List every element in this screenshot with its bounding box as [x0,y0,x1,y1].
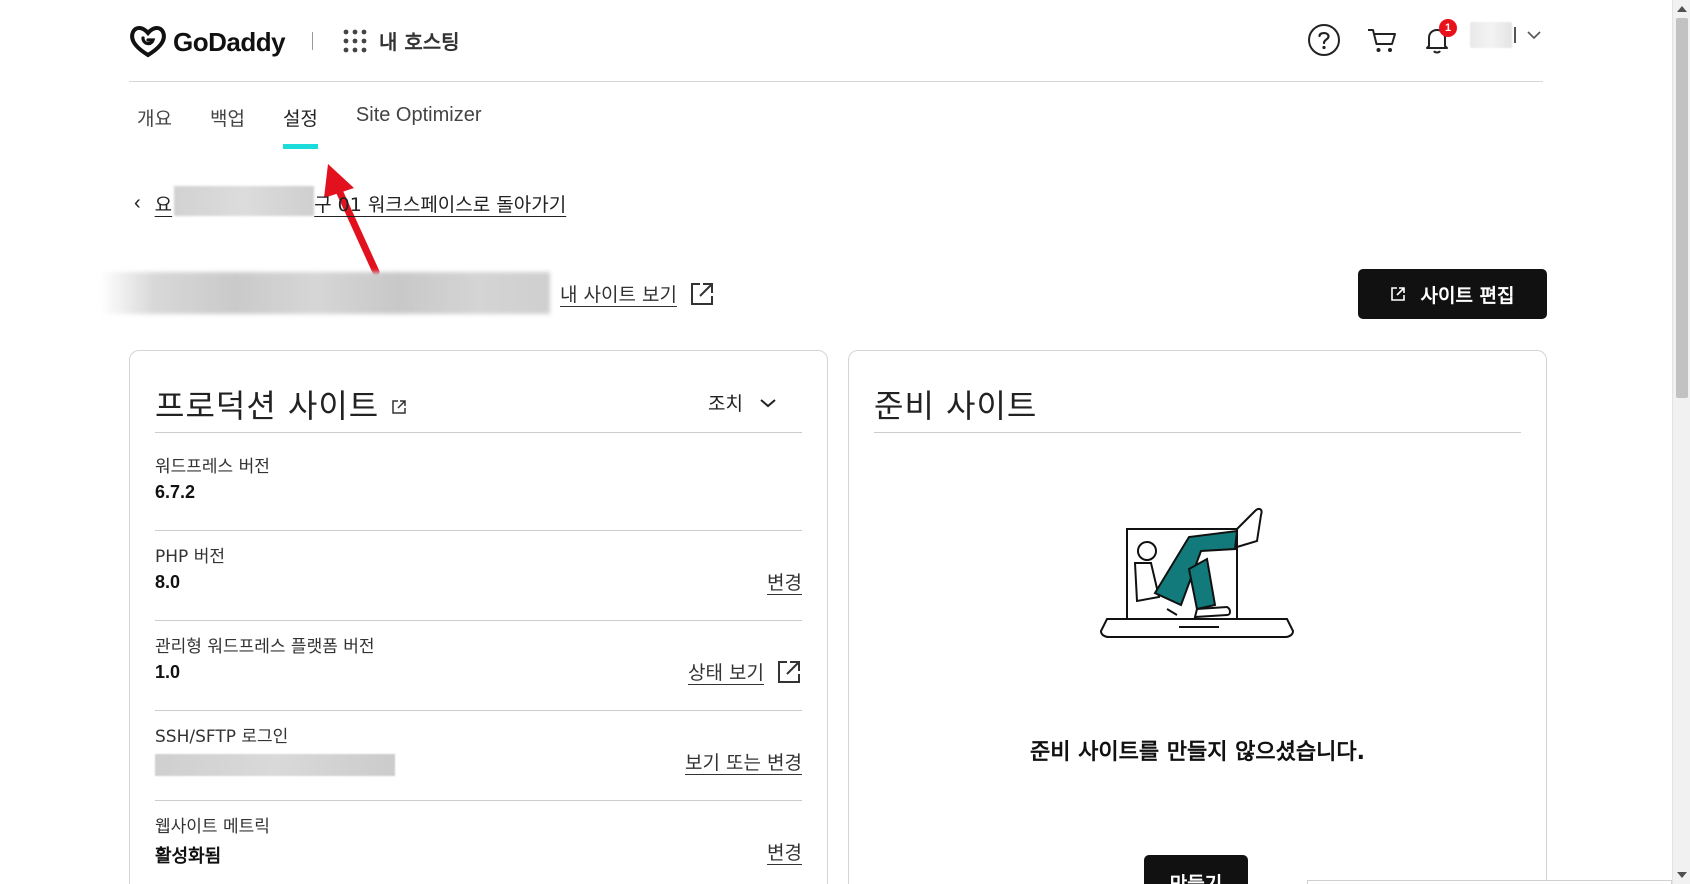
brand-name: GoDaddy [173,26,286,57]
notifications-button[interactable]: 1 [1419,19,1457,58]
row-label: 워드프레스 버전 [155,457,270,477]
production-title: 프로덕션 사이트 [155,386,380,425]
actions-dropdown[interactable]: 조치 [708,389,777,416]
edit-site-label: 사이트 편집 [1420,284,1515,307]
chevron-left-icon: ‹ [134,192,141,214]
laptop-illustration [1099,507,1295,638]
annotation-arrow [324,164,380,276]
change-metrics-link[interactable]: 변경 [767,838,802,865]
view-or-change-link[interactable]: 보기 또는 변경 [685,748,802,775]
bottom-popup-edge [1307,880,1672,884]
change-link-label: 변경 [767,842,802,864]
cart-button[interactable] [1364,22,1400,58]
chevron-down-icon [760,398,776,407]
row-value: 활성화됨 [155,846,222,867]
help-icon [1308,24,1340,56]
staging-card-header: 준비 사이트 [874,375,1521,433]
page-scrollbar[interactable] [1672,0,1690,884]
tab-backups[interactable]: 백업 [210,104,245,149]
php-version-row: PHP 버전 8.0 변경 [155,524,802,621]
page: GoDaddy 내 호스팅 1 개요 백업 설정 Site Optimizer … [0,0,1690,884]
platform-version-row: 관리형 워드프레스 플랫폼 버전 1.0 상태 보기 [155,614,802,711]
top-header: GoDaddy 내 호스팅 1 [129,0,1543,82]
actions-label: 조치 [708,393,743,415]
create-staging-button[interactable]: 만들기 [1144,855,1248,884]
ssh-sftp-row: SSH/SFTP 로그인 보기 또는 변경 [155,704,802,801]
row-label: SSH/SFTP 로그인 [155,727,289,747]
view-or-change-label: 보기 또는 변경 [685,752,802,774]
tab-overview[interactable]: 개요 [137,104,172,149]
external-link-icon [778,660,800,683]
breadcrumb-redacted [174,186,314,216]
change-link-label: 변경 [767,572,802,594]
row-value: 6.7.2 [155,482,196,502]
row-label: 웹사이트 메트릭 [155,817,270,837]
staging-title: 준비 사이트 [874,386,1038,425]
external-link-icon[interactable] [391,399,407,415]
row-value: 1.0 [155,662,181,682]
help-button[interactable] [1306,22,1342,58]
breadcrumb-text: 구 01 워크스페이스로 돌아가기 [314,194,567,216]
external-link-icon [690,282,713,305]
settings-tabs: 개요 백업 설정 Site Optimizer [137,104,520,149]
staging-site-card: 준비 사이트 준비 사이트를 만들지 않으셨습니다. 만들기 [848,350,1547,884]
external-link-icon [1391,287,1406,301]
view-site-link[interactable]: 내 사이트 보기 [560,280,715,307]
breadcrumb-prefix: 요 [154,194,173,216]
production-site-card: 프로덕션 사이트 조치 워드프레스 버전 6.7.2 PHP 버전 8.0 변경 [129,350,828,884]
grid-apps-icon [343,29,367,52]
godaddy-logo[interactable]: GoDaddy [129,22,286,62]
cart-icon [1368,29,1396,52]
change-php-link[interactable]: 변경 [767,568,802,595]
view-site-label: 내 사이트 보기 [560,284,677,306]
row-label: PHP 버전 [155,547,225,567]
apps-menu-button[interactable]: 내 호스팅 [343,26,460,55]
account-name-redacted [1470,22,1512,48]
tab-site-optimizer[interactable]: Site Optimizer [356,104,482,149]
edit-site-button[interactable]: 사이트 편집 [1358,269,1547,319]
view-status-link[interactable]: 상태 보기 [688,658,802,685]
tab-settings[interactable]: 설정 [282,104,318,149]
view-status-label: 상태 보기 [688,662,764,684]
godaddy-logo-icon [130,26,166,58]
wordpress-version-row: 워드프레스 버전 6.7.2 [155,434,802,531]
chevron-down-icon [1527,31,1541,40]
account-name-fragment [1514,27,1516,43]
create-label: 만들기 [1169,873,1223,884]
row-label: 관리형 워드프레스 플랫폼 버전 [155,637,375,657]
account-menu[interactable] [1470,22,1542,48]
row-value: 8.0 [155,572,181,592]
website-metrics-row: 웹사이트 메트릭 활성화됨 변경 [155,794,802,884]
staging-empty-message: 준비 사이트를 만들지 않으셨습니다. [1030,740,1365,765]
site-title-redacted [100,272,550,314]
production-card-header: 프로덕션 사이트 조치 [155,375,802,433]
ssh-login-redacted [155,754,395,776]
header-divider [312,32,313,50]
scroll-up-icon[interactable] [1677,6,1687,12]
apps-label: 내 호스팅 [379,30,460,54]
scroll-thumb[interactable] [1676,18,1688,398]
notification-badge: 1 [1439,19,1457,37]
scroll-down-icon[interactable] [1677,872,1687,878]
